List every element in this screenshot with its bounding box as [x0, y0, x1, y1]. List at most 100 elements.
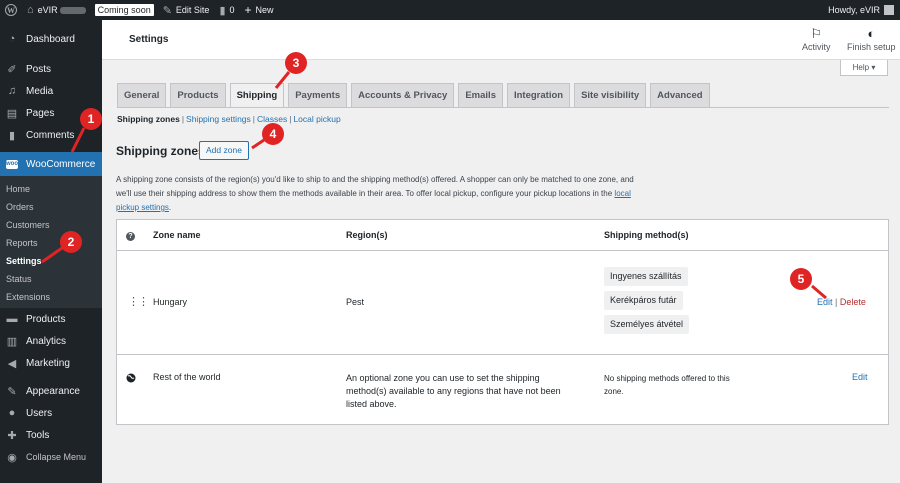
woocommerce-submenu: Home Orders Customers Reports Settings S…	[0, 176, 102, 308]
tab-emails[interactable]: Emails	[458, 83, 503, 108]
submenu-extensions[interactable]: Extensions	[0, 288, 102, 306]
menu-products[interactable]: ▬ Products	[0, 308, 102, 330]
flag-icon: ⚐	[810, 26, 823, 41]
subnav-local-pickup[interactable]: Local pickup	[293, 114, 340, 124]
submenu-home[interactable]: Home	[0, 180, 102, 198]
table-row: ⋮⋮ Hungary Pest Ingyenes szállítás Kerék…	[117, 251, 888, 355]
annotation-badge-1: 1	[80, 108, 102, 130]
menu-analytics[interactable]: ▥ Analytics	[0, 330, 102, 352]
shipping-zones-table: ? Zone name Region(s) Shipping method(s)…	[116, 219, 889, 425]
comments-count: 0	[229, 5, 235, 15]
edit-zone-link[interactable]: Edit	[852, 372, 868, 382]
menu-label: Appearance	[26, 385, 80, 397]
shipping-subnav: Shipping zones | Shipping settings | Cla…	[117, 114, 341, 124]
shipping-method-chip: Kerékpáros futár	[604, 291, 683, 310]
page-title: Settings	[129, 34, 169, 45]
howdy-text: Howdy, eVIR	[828, 5, 880, 15]
zone-name: Rest of the world	[153, 372, 221, 382]
tab-advanced[interactable]: Advanced	[650, 83, 710, 108]
arrow-4	[251, 138, 265, 150]
menu-media[interactable]: ♫ Media	[0, 80, 102, 102]
site-name-link[interactable]: ⌂ eVIR	[22, 0, 91, 20]
help-icon[interactable]: ?	[126, 230, 135, 241]
wrench-icon: ✚	[7, 429, 17, 442]
menu-posts[interactable]: ✐ Posts	[0, 58, 102, 80]
page-icon: ▤	[6, 107, 18, 120]
media-icon: ♫	[7, 85, 17, 97]
activity-button[interactable]: ⚐ Activity	[802, 26, 831, 52]
column-regions: Region(s)	[346, 230, 388, 240]
help-button[interactable]: Help ▾	[840, 60, 888, 76]
chart-icon: ▥	[6, 335, 18, 348]
menu-users[interactable]: ● Users	[0, 402, 102, 424]
coming-soon-badge[interactable]: Coming soon	[94, 4, 154, 16]
home-icon: ⌂	[27, 4, 34, 16]
description-text: A shipping zone consists of the region(s…	[116, 175, 634, 198]
edit-site-link[interactable]: ✎ Edit Site	[158, 0, 215, 20]
menu-marketing[interactable]: ◀ Marketing	[0, 352, 102, 374]
menu-woocommerce[interactable]: woo WooCommerce	[0, 152, 102, 176]
separator: |	[835, 297, 838, 307]
submenu-customers[interactable]: Customers	[0, 216, 102, 234]
brush-icon: ✎	[7, 385, 17, 398]
submenu-reports[interactable]: Reports	[0, 234, 102, 252]
subnav-shipping-zones[interactable]: Shipping zones	[117, 114, 180, 124]
menu-tools[interactable]: ✚ Tools	[0, 424, 102, 446]
wordpress-logo-icon[interactable]: W	[0, 0, 22, 20]
tab-general[interactable]: General	[117, 83, 167, 108]
add-zone-button[interactable]: Add zone	[199, 141, 249, 160]
menu-appearance[interactable]: ✎ Appearance	[0, 380, 102, 402]
megaphone-icon: ◀	[7, 357, 17, 370]
tab-products[interactable]: Products	[170, 83, 226, 108]
page-header: Settings ⚐ Activity ◐ Finish setup	[102, 20, 900, 60]
subnav-shipping-settings[interactable]: Shipping settings	[186, 114, 251, 124]
settings-tabs: General Products Shipping Payments Accou…	[117, 83, 714, 108]
submenu-settings[interactable]: Settings	[0, 252, 102, 270]
globe-icon	[126, 373, 136, 385]
comments-link[interactable]: ▮ 0	[214, 0, 239, 20]
menu-label: Dashboard	[26, 33, 75, 45]
zone-name: Hungary	[153, 297, 188, 307]
account-menu[interactable]: Howdy, eVIR	[828, 5, 900, 15]
menu-dashboard[interactable]: ◔ Dashboard	[0, 28, 102, 50]
activity-label: Activity	[802, 42, 831, 52]
column-zone-name: Zone name	[153, 230, 201, 240]
no-methods-text: No shipping methods offered to this zone…	[604, 374, 730, 396]
pin-icon: ✐	[7, 63, 17, 76]
comment-icon: ▮	[8, 129, 16, 142]
menu-label: Tools	[26, 429, 50, 441]
menu-label: Posts	[26, 63, 52, 75]
drag-handle-icon[interactable]: ⋮⋮	[128, 295, 149, 308]
submenu-status[interactable]: Status	[0, 270, 102, 288]
zone-region: An optional zone you can use to set the …	[346, 373, 561, 409]
annotation-badge-3: 3	[285, 52, 307, 74]
tab-accounts-privacy[interactable]: Accounts & Privacy	[351, 83, 455, 108]
separator: |	[252, 114, 255, 124]
shipping-method-chip: Ingyenes szállítás	[604, 267, 688, 286]
edit-site-label: Edit Site	[175, 5, 210, 15]
new-label: New	[255, 5, 274, 15]
shipping-zones-heading: Shipping zones	[116, 144, 205, 158]
blurred-site-name	[59, 6, 86, 14]
description-end: .	[168, 203, 172, 212]
submenu-orders[interactable]: Orders	[0, 198, 102, 216]
dashboard-icon: ◔	[8, 33, 16, 45]
delete-zone-link[interactable]: Delete	[840, 297, 866, 307]
edit-zone-link[interactable]: Edit	[817, 297, 833, 307]
new-content-link[interactable]: + New	[240, 0, 279, 20]
tab-payments[interactable]: Payments	[288, 83, 348, 108]
annotation-badge-5: 5	[790, 268, 812, 290]
archive-icon: ▬	[6, 313, 18, 325]
tab-shipping[interactable]: Shipping	[229, 83, 285, 108]
tab-integration[interactable]: Integration	[506, 83, 571, 108]
menu-label: Pages	[26, 107, 55, 119]
tab-site-visibility[interactable]: Site visibility	[574, 83, 647, 108]
finish-setup-button[interactable]: ◐ Finish setup	[847, 26, 896, 52]
half-circle-icon: ◐	[867, 26, 876, 41]
menu-label: Analytics	[26, 335, 67, 347]
column-shipping-methods: Shipping method(s)	[604, 230, 689, 240]
svg-text:W: W	[7, 6, 15, 15]
collapse-menu-button[interactable]: ◉ Collapse Menu	[0, 446, 102, 468]
brush-icon: ✎	[162, 4, 172, 17]
menu-label: Collapse Menu	[26, 452, 87, 462]
